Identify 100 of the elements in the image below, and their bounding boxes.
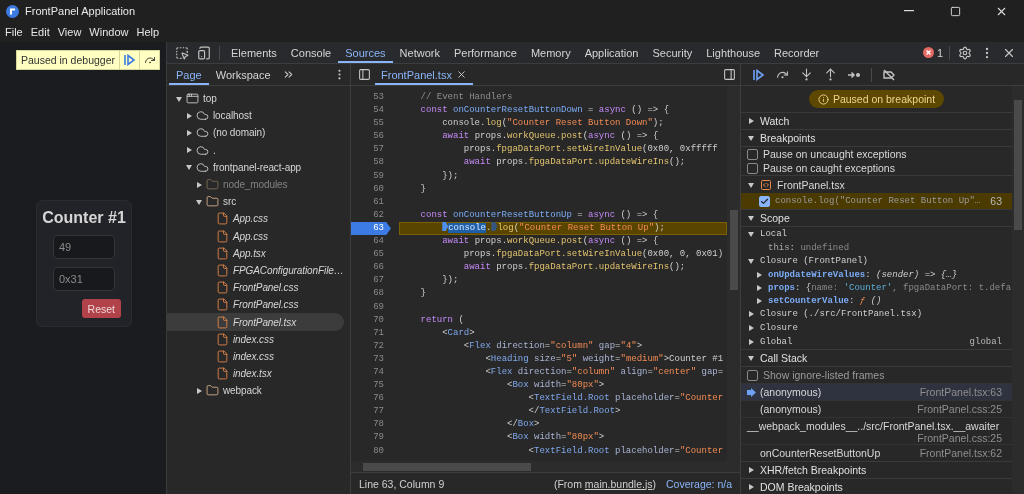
navigator-tab[interactable]: Page — [169, 64, 209, 85]
tree-item[interactable]: src — [167, 193, 344, 211]
tree-item[interactable]: App.css — [167, 210, 344, 228]
tree-item[interactable]: FrontPanel.css — [167, 279, 344, 297]
tree-item[interactable]: index.css — [167, 347, 344, 365]
source-link[interactable]: main.bundle.js — [584, 477, 653, 490]
tree-item[interactable]: top — [167, 90, 344, 108]
maximize-icon — [949, 5, 961, 17]
input-field[interactable]: 49 — [53, 235, 115, 259]
tree-item[interactable]: . — [167, 141, 344, 159]
checkbox-label[interactable]: Pause on caught exceptions — [763, 162, 895, 174]
cloud-icon — [196, 143, 209, 157]
menu-item[interactable]: View — [53, 23, 86, 41]
caret-icon[interactable] — [747, 230, 755, 238]
call-frame[interactable]: (anonymous) FrontPanel.tsx:63 — [741, 383, 1012, 400]
devtools-tab[interactable]: Security — [645, 42, 700, 63]
caret-icon[interactable] — [195, 386, 203, 395]
navigator-tab[interactable]: Workspace — [208, 64, 278, 85]
devtools-tab[interactable]: Sources — [338, 42, 393, 63]
caret-icon[interactable] — [747, 180, 755, 189]
menu-item[interactable]: Edit — [26, 23, 54, 41]
caret-icon[interactable] — [175, 94, 183, 103]
tree-item[interactable]: node_modules — [167, 175, 344, 194]
section-header[interactable]: Breakpoints — [741, 129, 1012, 146]
menu-item[interactable]: File — [1, 23, 27, 41]
checkbox[interactable] — [747, 369, 758, 381]
devtools-tab[interactable]: Lighthouse — [699, 42, 768, 63]
caret-icon[interactable] — [747, 134, 755, 142]
devtools-tab[interactable]: Application — [577, 42, 646, 63]
checkbox[interactable] — [747, 162, 758, 174]
tree-item[interactable]: FPGAConfigurationFile… — [167, 261, 344, 280]
error-count-button[interactable]: 1 — [920, 42, 945, 63]
caret-icon[interactable] — [755, 296, 763, 305]
devtools-tab[interactable]: Performance — [446, 42, 524, 63]
reset-button[interactable]: Reset — [81, 299, 121, 318]
scrollbar[interactable] — [727, 86, 740, 461]
devtools-tab[interactable]: Elements — [224, 42, 284, 63]
section-header[interactable]: XHR/fetch Breakpoints — [741, 461, 1012, 478]
caret-icon[interactable] — [185, 111, 193, 120]
caret-icon[interactable] — [195, 197, 203, 206]
code-line: await props.workQueue.post(async () => { — [441, 235, 660, 249]
tree-item[interactable]: frontpanel-react-app — [167, 158, 344, 176]
caret-icon[interactable] — [755, 283, 763, 292]
folder-icon — [206, 384, 219, 398]
devtools-tab[interactable]: Recorder — [767, 42, 827, 63]
caret-icon[interactable] — [747, 354, 755, 362]
caret-icon[interactable] — [747, 257, 755, 265]
tree-item[interactable]: index.css — [167, 330, 344, 348]
file-icon — [216, 332, 229, 346]
scrollbar[interactable] — [1012, 86, 1024, 494]
close-icon[interactable] — [455, 69, 467, 80]
scope-variable: onUpdateWireValues: (sender) => {…} — [768, 269, 958, 280]
breakpoint-line: 63 — [990, 195, 1002, 207]
line-number: 79 — [372, 431, 385, 445]
call-frame[interactable]: __webpack_modules__../src/FrontPanel.tsx.__awaiter FrontPanel.css:25 — [741, 417, 1012, 444]
file-icon — [216, 367, 229, 381]
menu-item[interactable]: Help — [132, 23, 164, 41]
devtools-tab[interactable]: Network — [392, 42, 447, 63]
devtools-tab[interactable]: Console — [283, 42, 339, 63]
caret-icon[interactable] — [747, 310, 755, 318]
tree-item[interactable]: FrontPanel.tsx — [167, 313, 344, 331]
input-field[interactable]: 0x31 — [53, 267, 115, 291]
caret-icon[interactable] — [755, 270, 763, 279]
source-note: (From main.bundle.js) — [553, 477, 657, 490]
line-number: 78 — [372, 418, 385, 432]
caret-icon[interactable] — [185, 128, 193, 137]
tree-item[interactable]: localhost — [167, 107, 344, 125]
caret-icon[interactable] — [747, 338, 755, 346]
file-tab[interactable]: FrontPanel.tsx — [375, 64, 473, 85]
scrollbar[interactable] — [351, 461, 740, 472]
checkbox[interactable] — [759, 195, 770, 207]
caret-icon[interactable] — [185, 146, 193, 155]
caret-icon[interactable] — [747, 483, 755, 491]
checkbox[interactable] — [747, 148, 758, 160]
section-header[interactable]: DOM Breakpoints — [741, 478, 1012, 494]
caret-icon[interactable] — [195, 180, 203, 189]
code-line: }); — [441, 169, 460, 183]
caret-icon[interactable] — [747, 214, 755, 222]
checkbox-label[interactable]: Pause on uncaught exceptions — [763, 148, 907, 160]
tree-item[interactable]: webpack — [167, 382, 344, 400]
step-over-icon — [143, 54, 156, 66]
caret-icon[interactable] — [185, 163, 193, 172]
folder-icon — [206, 195, 219, 209]
tree-item[interactable]: App.tsx — [167, 244, 344, 262]
tree-item[interactable]: FrontPanel.css — [167, 296, 344, 314]
tree-item[interactable]: App.css — [167, 227, 344, 245]
line-number: 74 — [372, 365, 385, 379]
tree-item[interactable]: (no domain) — [167, 124, 344, 142]
caret-icon[interactable] — [747, 324, 755, 332]
call-frame[interactable]: (anonymous) FrontPanel.css:25 — [741, 400, 1012, 417]
caret-icon[interactable] — [747, 117, 755, 125]
menu-item[interactable]: Window — [85, 23, 133, 41]
checkbox-label[interactable]: Show ignore-listed frames — [763, 369, 885, 381]
section-header[interactable]: Scope — [741, 209, 1012, 226]
minimize-icon — [904, 10, 914, 12]
breakpoint-item[interactable]: console.log("Counter Reset Button Up"… 63 — [741, 193, 1012, 209]
caret-icon[interactable] — [747, 466, 755, 474]
tree-item[interactable]: index.tsx — [167, 365, 344, 383]
coverage-link[interactable]: Coverage: n/a — [666, 477, 732, 490]
devtools-tab[interactable]: Memory — [523, 42, 578, 63]
